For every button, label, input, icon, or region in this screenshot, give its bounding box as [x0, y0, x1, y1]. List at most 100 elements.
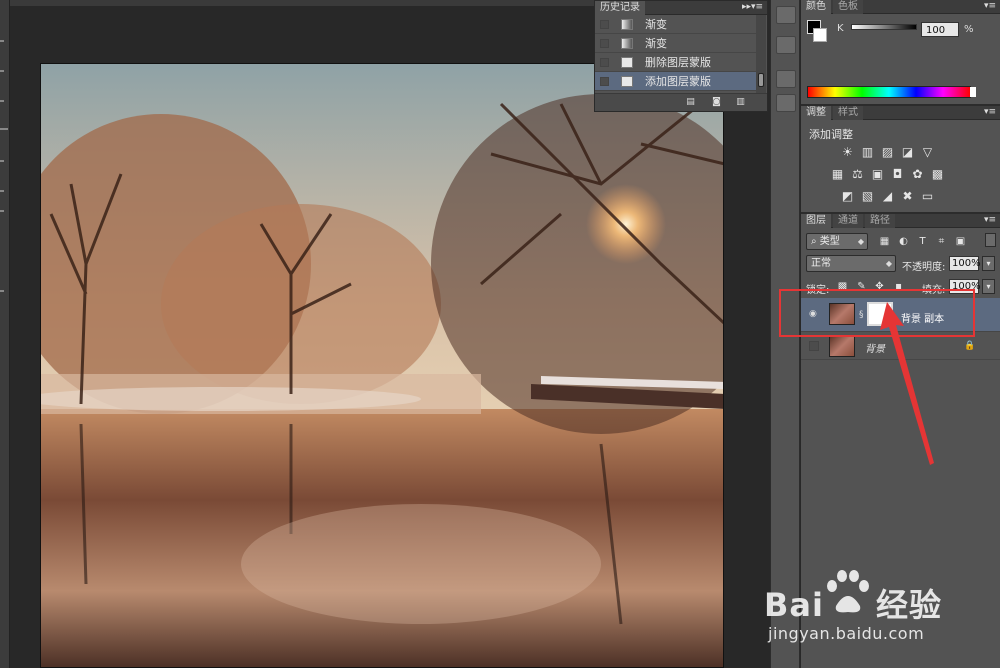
document-icon — [621, 76, 633, 87]
toolbar-tick — [0, 100, 4, 102]
threshold-icon[interactable]: ◢ — [881, 190, 894, 202]
adjustments-panel: 调整 样式 ▾≡ 添加调整 ☀ ▥ ▨ ◪ ▽ ▦ ⚖ ▣ ◘ ✿ ▩ ◩ ▧ … — [801, 104, 1000, 212]
panel-menu-icon[interactable]: ▾≡ — [984, 214, 996, 227]
history-scrollbar[interactable] — [756, 15, 766, 93]
dock-button[interactable] — [776, 70, 796, 88]
adjustments-panel-header: 调整 样式 ▾≡ — [801, 106, 1000, 120]
type-filter-icon[interactable]: T — [917, 236, 928, 247]
panel-menu-icon[interactable]: ▾≡ — [984, 0, 996, 13]
background-color-swatch[interactable] — [813, 28, 827, 42]
tab-styles[interactable]: 样式 — [833, 106, 863, 120]
blend-mode-select[interactable]: 正常 ◆ — [806, 255, 896, 272]
history-item-label: 添加图层蒙版 — [645, 75, 711, 88]
history-item[interactable]: 渐变 — [595, 15, 757, 34]
blend-mode-value: 正常 — [811, 258, 831, 269]
invert-icon[interactable]: ◩ — [841, 190, 854, 202]
hue-saturation-icon[interactable]: ▦ — [831, 168, 844, 180]
tab-adjustments[interactable]: 调整 — [801, 106, 831, 120]
curves-icon[interactable]: ▨ — [881, 146, 894, 158]
annotation-arrow — [880, 302, 934, 465]
snapshot-source-checkbox[interactable] — [600, 58, 609, 67]
pixel-filter-icon[interactable]: ▦ — [879, 236, 890, 247]
layer-filter-select[interactable]: ⌕ 类型 ◆ — [806, 233, 868, 250]
k-channel-label: K — [837, 23, 844, 34]
selective-color-icon[interactable]: ✖ — [901, 190, 914, 202]
adjustments-title: 添加调整 — [809, 128, 853, 141]
chevron-down-icon: ◆ — [857, 237, 864, 246]
visibility-toggle[interactable] — [809, 341, 819, 351]
tools-toolbar[interactable] — [0, 0, 10, 668]
smart-object-filter-icon[interactable]: ▣ — [955, 236, 966, 247]
exposure-icon[interactable]: ◪ — [901, 146, 914, 158]
document-tab-strip[interactable] — [10, 0, 594, 6]
watermark-brand-text: Bai — [764, 586, 824, 624]
brightness-icon[interactable]: ☀ — [841, 146, 854, 158]
opacity-label: 不透明度: — [902, 262, 946, 273]
collapse-arrows-icon[interactable]: ▸▸ — [742, 1, 751, 14]
layers-panel-header: 图层 通道 路径 ▾≡ — [801, 214, 1000, 228]
channel-mixer-icon[interactable]: ✿ — [911, 168, 924, 180]
filter-toggle-icon[interactable] — [985, 233, 996, 247]
color-spectrum[interactable] — [807, 86, 976, 98]
photo-filter-icon[interactable]: ◘ — [891, 168, 904, 180]
layer-thumbnail — [829, 335, 855, 357]
black-white-icon[interactable]: ▣ — [871, 168, 884, 180]
trash-icon[interactable]: ▥ — [735, 98, 746, 107]
panel-menu-icon[interactable]: ▾≡ — [751, 1, 763, 14]
document-icon — [621, 57, 633, 68]
gradient-icon — [621, 19, 633, 30]
history-footer: ▤ ◙ ▥ — [595, 93, 767, 111]
history-panel: 历史记录 ▸▸ ▾≡ 渐变 渐变 删除图层蒙版 添加图层蒙版 ▤ ◙ ▥ — [594, 0, 768, 112]
history-item[interactable]: 渐变 — [595, 34, 757, 53]
chevron-down-icon: ◆ — [885, 259, 892, 268]
watermark-url: jingyan.baidu.com — [768, 624, 925, 643]
history-panel-header: 历史记录 ▸▸ ▾≡ — [595, 1, 767, 15]
tab-paths[interactable]: 路径 — [865, 214, 895, 228]
posterize-icon[interactable]: ▧ — [861, 190, 874, 202]
winter-river-photo — [41, 64, 723, 667]
tab-layers[interactable]: 图层 — [801, 214, 831, 228]
snapshot-source-checkbox[interactable] — [600, 20, 609, 29]
history-item[interactable]: 删除图层蒙版 — [595, 53, 757, 72]
toolbar-tick — [0, 190, 4, 192]
toolbar-tick — [0, 210, 4, 212]
snapshot-source-checkbox[interactable] — [600, 39, 609, 48]
tab-channels[interactable]: 通道 — [833, 214, 863, 228]
camera-icon[interactable]: ◙ — [711, 98, 722, 107]
toolbar-tick — [0, 290, 4, 292]
opacity-dropdown-icon[interactable]: ▾ — [982, 256, 995, 271]
tab-color[interactable]: 颜色 — [801, 0, 831, 14]
k-slider[interactable] — [851, 24, 917, 30]
history-item-label: 删除图层蒙版 — [645, 56, 711, 69]
color-lookup-icon[interactable]: ▩ — [931, 168, 944, 180]
fill-dropdown-icon[interactable]: ▾ — [982, 279, 995, 294]
watermark-brand: Bai 经验 — [764, 580, 942, 626]
shape-filter-icon[interactable]: ⌗ — [936, 236, 947, 247]
color-panel-header: 颜色 色板 ▾≡ — [801, 0, 1000, 14]
panel-menu-icon[interactable]: ▾≡ — [984, 106, 996, 119]
vibrance-icon[interactable]: ▽ — [921, 146, 934, 158]
layer-filter-value: 类型 — [819, 236, 840, 247]
k-unit-label: % — [964, 24, 974, 35]
color-panel: 颜色 色板 ▾≡ K 100 % — [801, 0, 1000, 104]
tab-history[interactable]: 历史记录 — [595, 1, 645, 15]
toolbar-tick — [0, 128, 8, 130]
levels-icon[interactable]: ▥ — [861, 146, 874, 158]
dock-button[interactable] — [776, 94, 796, 112]
gradient-map-icon[interactable]: ▭ — [921, 190, 934, 202]
canvas-image[interactable] — [40, 63, 724, 668]
dock-button[interactable] — [776, 6, 796, 24]
dock-button[interactable] — [776, 36, 796, 54]
opacity-field[interactable]: 100% — [949, 256, 981, 271]
snapshot-source-checkbox[interactable] — [600, 77, 609, 86]
scrollbar-thumb[interactable] — [758, 73, 764, 87]
new-document-icon[interactable]: ▤ — [685, 98, 696, 107]
tab-swatches[interactable]: 色板 — [833, 0, 863, 14]
color-balance-icon[interactable]: ⚖ — [851, 168, 864, 180]
history-item-label: 渐变 — [645, 37, 667, 50]
history-item-selected[interactable]: 添加图层蒙版 — [595, 72, 757, 91]
adjustment-filter-icon[interactable]: ◐ — [898, 236, 909, 247]
k-value-field[interactable]: 100 — [921, 22, 959, 37]
baidu-jingyan-watermark: Bai 经验 jingyan.baidu.com — [764, 568, 1000, 668]
history-item-label: 渐变 — [645, 18, 667, 31]
